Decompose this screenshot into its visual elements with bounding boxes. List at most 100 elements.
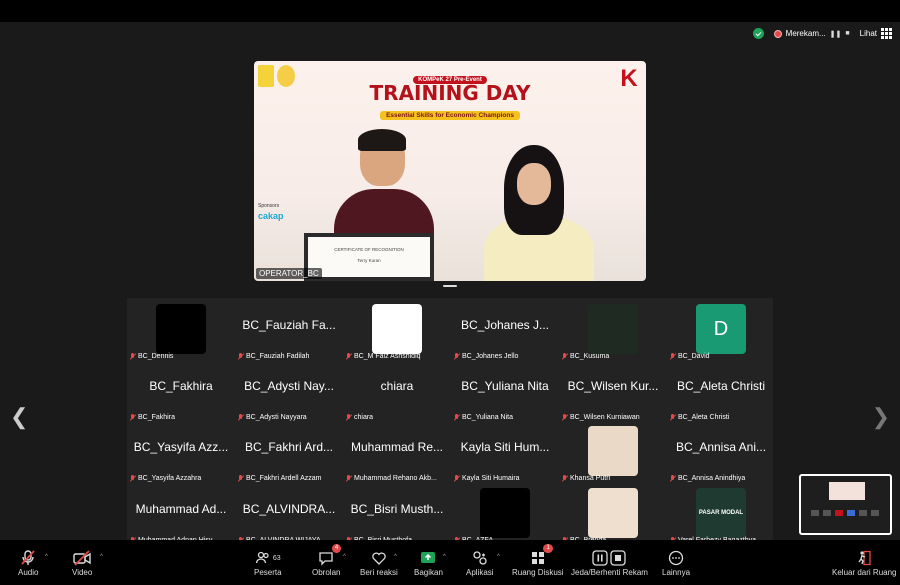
next-page-icon[interactable]: ❯ bbox=[872, 404, 890, 430]
participant-tile[interactable]: BC_Yasyifa Azz... BC_Yasyifa Azzahra bbox=[127, 420, 235, 482]
chat-icon: 4 bbox=[318, 544, 342, 568]
active-speaker-video[interactable]: K KOMPeK 27 Pre-Event TRAINING DAY Essen… bbox=[254, 61, 646, 281]
participant-tile[interactable]: BC_Fakhira BC_Fakhira bbox=[127, 359, 235, 421]
video-button[interactable]: Video bbox=[72, 548, 92, 577]
participant-video bbox=[372, 304, 422, 354]
leave-button[interactable]: Keluar dari Ruang bbox=[832, 548, 896, 577]
reactions-label: Beri reaksi bbox=[360, 568, 398, 577]
participant-tile[interactable]: BC_AZFA bbox=[451, 482, 559, 544]
audio-button[interactable]: Audio bbox=[18, 548, 38, 577]
recording-indicator[interactable]: Merekam... ❚❚ ■ bbox=[773, 29, 850, 38]
sponsor-cakap: cakap bbox=[258, 211, 284, 221]
participant-display-name: BC_Johanes J... bbox=[460, 318, 550, 332]
participant-display-name: BC_Fakhira bbox=[149, 379, 213, 393]
self-view-thumbnail[interactable] bbox=[799, 474, 892, 535]
speaker-name-label: OPERATOR_BC bbox=[256, 268, 322, 279]
more-icon bbox=[668, 548, 684, 568]
apps-options-chevron-icon[interactable]: ^ bbox=[497, 554, 500, 560]
status-area: Merekam... ❚❚ ■ Lihat bbox=[752, 28, 892, 39]
certificate-title: CERTIFICATE OF RECOGNITION bbox=[334, 247, 404, 252]
recording-controls-button[interactable]: Jeda/Berhenti Rekam bbox=[571, 548, 648, 577]
participant-tile[interactable]: BC_Adysti Nay... BC_Adysti Nayyara bbox=[235, 359, 343, 421]
presenter-female bbox=[484, 145, 594, 281]
participant-tile[interactable]: PASAR MODALVarel Farhezy Bagazthya bbox=[667, 482, 775, 544]
participant-tile[interactable]: Muhammad Ad...Muhammad Adnan Hisy... bbox=[127, 482, 235, 544]
share-options-chevron-icon[interactable]: ^ bbox=[443, 554, 446, 560]
participant-name-label: BC_Annisa Anindhiya bbox=[669, 475, 745, 482]
top-bar bbox=[0, 0, 900, 22]
participant-tile[interactable]: BC_Yuliana Nita BC_Yuliana Nita bbox=[451, 359, 559, 421]
participant-display-name: BC_Annisa Ani... bbox=[675, 440, 767, 454]
chat-button[interactable]: 4 Obrolan bbox=[312, 544, 342, 577]
participant-tile[interactable]: Muhammad Re... Muhammad Rehano Akb... bbox=[343, 420, 451, 482]
reactions-options-chevron-icon[interactable]: ^ bbox=[394, 554, 397, 560]
breakout-rooms-button[interactable]: 1 Ruang Diskusi bbox=[512, 544, 564, 577]
participant-display-name: BC_Yasyifa Azz... bbox=[133, 440, 229, 454]
participant-tile[interactable]: BC_Dennis bbox=[127, 298, 235, 360]
participant-gallery: BC_Dennis BC_Fauziah Fa... BC_Fauziah Fadi… bbox=[127, 298, 775, 544]
apps-button[interactable]: Aplikasi bbox=[466, 548, 494, 577]
view-button[interactable]: Lihat bbox=[860, 28, 892, 39]
previous-page-icon[interactable]: ❮ bbox=[10, 404, 28, 430]
sponsor-label: Sponsors bbox=[258, 203, 280, 209]
participant-video: PASAR MODAL bbox=[696, 488, 746, 538]
resize-handle[interactable] bbox=[443, 285, 457, 287]
participant-tile[interactable]: BC_Wilsen Kur... BC_Wilsen Kurniawan bbox=[559, 359, 667, 421]
share-label: Bagikan bbox=[414, 568, 443, 577]
video-options-chevron-icon[interactable]: ^ bbox=[100, 554, 103, 560]
participant-tile[interactable]: Khansa Putri bbox=[559, 420, 667, 482]
view-label: Lihat bbox=[859, 29, 877, 38]
chat-label: Obrolan bbox=[312, 568, 341, 577]
mic-muted-icon bbox=[19, 548, 37, 568]
participant-tile[interactable]: BC_Brenda bbox=[559, 482, 667, 544]
more-button[interactable]: Lainnya bbox=[662, 548, 690, 577]
pause-recording-icon[interactable]: ❚❚ bbox=[830, 30, 842, 38]
share-button[interactable]: Bagikan bbox=[414, 548, 443, 577]
breakout-badge: 1 bbox=[543, 544, 553, 553]
participant-display-name: BC_Aleta Christi bbox=[676, 379, 766, 393]
mic-muted-icon bbox=[669, 475, 676, 482]
participant-tile[interactable]: D BC_David bbox=[667, 298, 775, 360]
participant-display-name: BC_Fakhri Ard... bbox=[244, 440, 334, 454]
participant-video bbox=[588, 488, 638, 538]
grid-view-icon bbox=[881, 28, 892, 39]
participant-display-name: Kayla Siti Hum... bbox=[460, 440, 550, 454]
participant-name-label: Kayla Siti Humaira bbox=[453, 475, 520, 482]
participant-tile[interactable]: BC_Bisri Musth...BC_Bisri Musthofa bbox=[343, 482, 451, 544]
breakout-rooms-icon: 1 bbox=[530, 544, 553, 568]
participant-name-label: BC_Fakhri Ardell Azzam bbox=[237, 475, 321, 482]
participant-tile[interactable]: Kayla Siti Hum... Kayla Siti Humaira bbox=[451, 420, 559, 482]
participants-label: Peserta bbox=[254, 568, 282, 577]
participant-tile[interactable]: BC_Annisa Ani... BC_Annisa Anindhiya bbox=[667, 420, 775, 482]
participant-tile[interactable]: BC_ALVINDRA...BC_ALVINDRA WIJAYA bbox=[235, 482, 343, 544]
heart-icon bbox=[371, 548, 387, 568]
stop-recording-icon[interactable]: ■ bbox=[845, 30, 849, 37]
participant-display-name: Muhammad Ad... bbox=[135, 502, 227, 516]
chat-badge: 4 bbox=[331, 544, 342, 553]
participant-tile[interactable]: BC_Johanes J... BC_Johanes Jello bbox=[451, 298, 559, 360]
reactions-button[interactable]: Beri reaksi bbox=[360, 548, 398, 577]
banner-title: TRAINING DAY bbox=[369, 81, 531, 105]
security-shield-icon[interactable] bbox=[752, 28, 764, 39]
participant-tile[interactable]: BC_Fakhri Ard... BC_Fakhri Ardell Azzam bbox=[235, 420, 343, 482]
participant-name-label: BC_Yasyifa Azzahra bbox=[129, 475, 201, 482]
sponsor-panel: Sponsors cakap bbox=[258, 203, 306, 263]
certificate: CERTIFICATE OF RECOGNITION Terry Kuran bbox=[304, 233, 434, 281]
participant-tile[interactable]: BC_Kusuma bbox=[559, 298, 667, 360]
banner-subtitle: Essential Skills for Economic Champions bbox=[254, 104, 646, 122]
participants-button[interactable]: 63 Peserta bbox=[254, 548, 282, 577]
audio-options-chevron-icon[interactable]: ^ bbox=[45, 554, 48, 560]
participant-display-name: BC_Adysti Nay... bbox=[244, 379, 334, 393]
chat-options-chevron-icon[interactable]: ^ bbox=[343, 554, 346, 560]
participant-tile[interactable]: BC_Aleta Christi BC_Aleta Christi bbox=[667, 359, 775, 421]
apps-icon bbox=[472, 548, 488, 568]
participant-tile[interactable]: BC_M Faiz Ashshidiq bbox=[343, 298, 451, 360]
video-off-icon bbox=[72, 548, 92, 568]
participants-icon: 63 bbox=[255, 548, 281, 568]
participant-avatar: D bbox=[696, 304, 746, 354]
leave-label: Keluar dari Ruang bbox=[832, 568, 897, 577]
participant-tile[interactable]: chiara chiara bbox=[343, 359, 451, 421]
participant-video bbox=[480, 488, 530, 538]
participant-tile[interactable]: BC_Fauziah Fa... BC_Fauziah Fadilah bbox=[235, 298, 343, 360]
leave-room-icon bbox=[856, 548, 872, 568]
